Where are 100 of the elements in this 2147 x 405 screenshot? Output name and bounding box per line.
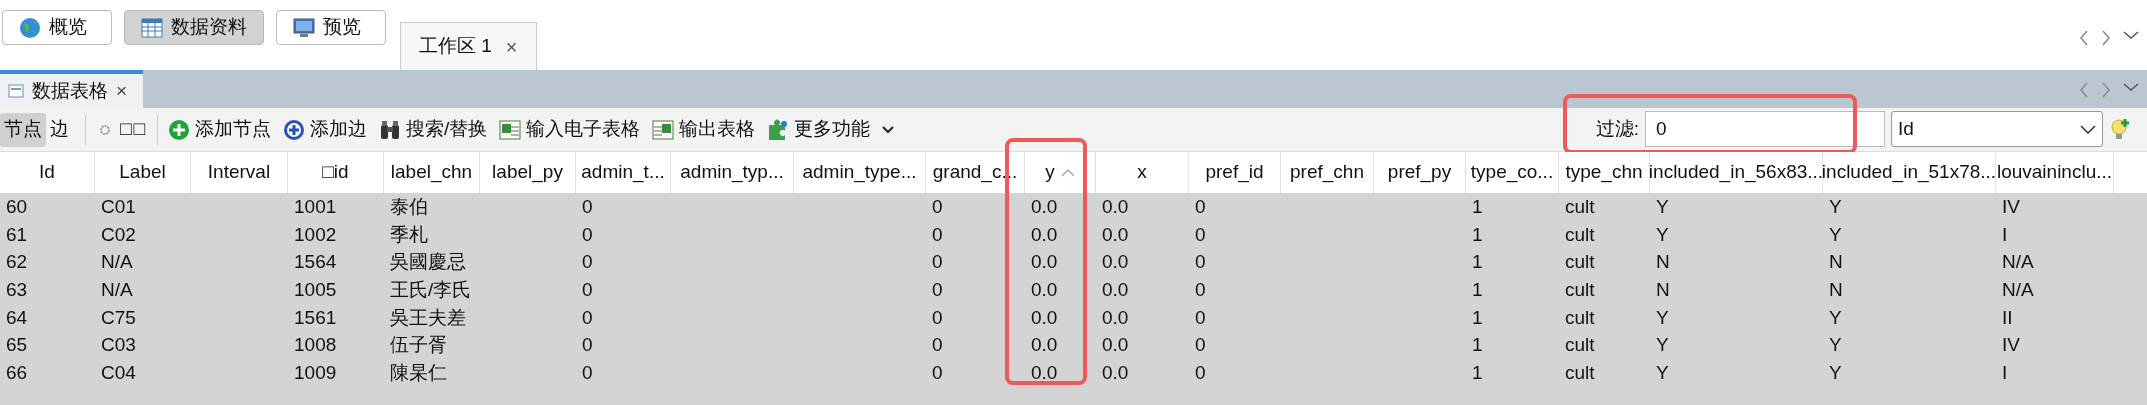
- puzzle-icon: [767, 118, 790, 141]
- mode-tab[interactable]: 边: [46, 112, 73, 147]
- glyph-button[interactable]: □□: [120, 115, 147, 144]
- table-cell: 1002: [294, 223, 337, 245]
- table-cell: 0.0: [1102, 306, 1129, 328]
- toolbar-button[interactable]: 输入电子表格: [499, 115, 641, 144]
- column-dropdown[interactable]: Id: [1891, 111, 2103, 147]
- table-cell: 1009: [294, 362, 337, 384]
- table-cell: 吳國慶忌: [390, 251, 466, 273]
- table-cell: 0: [1195, 362, 1206, 384]
- table-cell: 66: [6, 362, 28, 384]
- table-cell: 0.0: [1102, 251, 1129, 273]
- table-cell: 61: [6, 223, 28, 245]
- table-cell: N: [1656, 251, 1670, 273]
- table-cell: 1: [1472, 334, 1483, 356]
- table-cell: 62: [6, 251, 28, 273]
- table-cell: I: [2002, 223, 2008, 245]
- table-cell: 0.0: [1031, 306, 1058, 328]
- table-cell: 0.0: [1031, 196, 1058, 217]
- chevron-down-icon: [2080, 124, 2096, 134]
- table-cell: Y: [1829, 223, 1842, 245]
- chevron-down-icon[interactable]: [882, 125, 895, 134]
- table-cell: 0.0: [1102, 362, 1129, 384]
- table-cell: 0: [932, 306, 943, 328]
- table-cell: 0: [582, 279, 593, 301]
- table-cell: 0: [1195, 334, 1206, 356]
- table-cell: N/A: [101, 279, 133, 301]
- table-cell: 0.0: [1102, 279, 1129, 301]
- spreadsheet-icon: [652, 118, 675, 141]
- table-cell: 0: [582, 251, 593, 273]
- table-cell: 1005: [294, 279, 337, 301]
- gear-icon[interactable]: [98, 122, 112, 137]
- table-cell: 0: [1195, 223, 1206, 245]
- toolbar-button[interactable]: 更多功能: [767, 115, 871, 144]
- perspective-button[interactable]: 数据资料: [124, 10, 264, 45]
- binoculars-icon: [378, 118, 401, 141]
- panel-tab[interactable]: 数据表格: [32, 76, 108, 106]
- table-cell: 60: [6, 196, 28, 217]
- close-button[interactable]: ×: [116, 76, 128, 106]
- perspective-button[interactable]: 预览: [276, 10, 386, 45]
- table-cell: N/A: [101, 251, 133, 273]
- table-cell: 0.0: [1031, 362, 1058, 384]
- table-cell: 0: [582, 362, 593, 384]
- table-cell: 0: [582, 196, 593, 217]
- table-cell: 吳王夫差: [390, 306, 466, 328]
- table-cell: C01: [101, 196, 136, 217]
- toolbar-button[interactable]: 搜索/替换: [378, 115, 488, 144]
- table-cell: N: [1829, 251, 1843, 273]
- plus-circle-icon: [167, 118, 190, 141]
- table-cell: 0.0: [1031, 334, 1058, 356]
- table-cell: cult: [1565, 334, 1595, 356]
- table-cell: 1: [1472, 362, 1483, 384]
- table-cell: cult: [1565, 223, 1595, 245]
- table-cell: 0: [932, 334, 943, 356]
- table-cell: 0.0: [1031, 251, 1058, 273]
- table-cell: 0.0: [1102, 196, 1129, 217]
- table-cell: 0: [932, 279, 943, 301]
- table-cell: Y: [1829, 362, 1842, 384]
- table-cell: 0: [582, 306, 593, 328]
- table-cell: C04: [101, 362, 136, 384]
- table-cell: 王氏/李氏: [390, 279, 472, 301]
- perspective-button[interactable]: 概览: [2, 10, 112, 45]
- table-cell: 1561: [294, 306, 337, 328]
- table-cell: 1: [1472, 306, 1483, 328]
- spreadsheet-icon: [499, 118, 522, 141]
- table-cell: 1: [1472, 251, 1483, 273]
- filter-label: 过滤:: [1594, 116, 1639, 141]
- table-cell: 季札: [390, 223, 428, 245]
- table-cell: cult: [1565, 279, 1595, 301]
- table-cell: 65: [6, 334, 28, 356]
- table-cell: N/A: [2002, 251, 2034, 273]
- table-cell: 0: [582, 334, 593, 356]
- table-cell: N: [1656, 279, 1670, 301]
- lightbulb-icon[interactable]: [2109, 117, 2131, 141]
- table-cell: 0: [932, 251, 943, 273]
- table-cell: 陳杲仁: [390, 362, 447, 384]
- toolbar-button[interactable]: 添加边: [282, 115, 367, 144]
- mode-tab[interactable]: 节点: [0, 112, 46, 147]
- chevron-down-icon[interactable]: [2123, 30, 2139, 40]
- table-cell: cult: [1565, 306, 1595, 328]
- table-cell: 0.0: [1102, 223, 1129, 245]
- table-cell: 0: [932, 223, 943, 245]
- table-cell: I: [2002, 362, 2008, 384]
- filter-field[interactable]: 0: [1645, 111, 1885, 147]
- workspace-tab[interactable]: 工作区 1: [419, 32, 492, 61]
- table-cell: Y: [1656, 196, 1669, 217]
- toolbar-button[interactable]: 添加节点: [167, 115, 271, 144]
- table-cell: C03: [101, 334, 136, 356]
- table-cell: 0: [1195, 196, 1206, 217]
- monitor-icon: [293, 16, 315, 39]
- toolbar-button[interactable]: 输出表格: [652, 115, 756, 144]
- close-button[interactable]: ×: [505, 31, 518, 62]
- table-cell: 0.0: [1102, 334, 1129, 356]
- table-cell: 0: [932, 362, 943, 384]
- table-cell: cult: [1565, 362, 1595, 384]
- table-cell: N: [1829, 279, 1843, 301]
- table-icon: [8, 83, 24, 99]
- table-icon: [141, 16, 163, 39]
- table-cell: 1001: [294, 196, 337, 217]
- table-cell: 0: [1195, 279, 1206, 301]
